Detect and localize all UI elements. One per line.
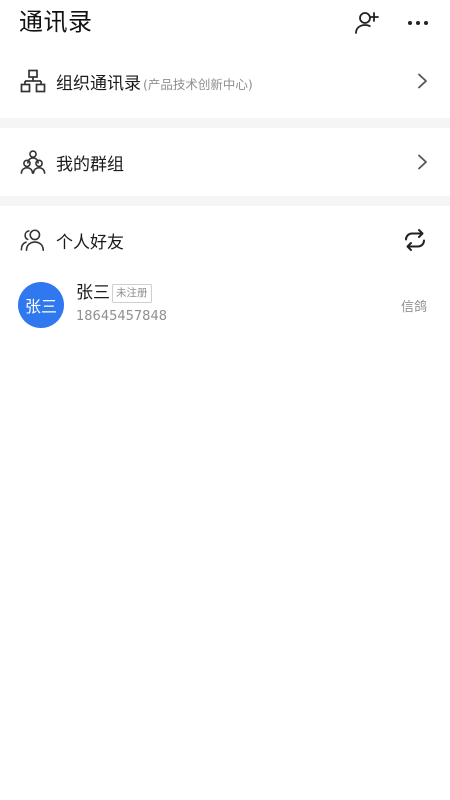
org-directory-title: 组织通讯录 [56, 73, 141, 94]
org-directory-label: 组织通讯录 (产品技术创新中心) [56, 69, 253, 94]
contacts-page: 通讯录 组织通讯录 (产品技术创新中心) 我的群组 个人好友 张三 张三 未注册… [0, 0, 450, 800]
contact-phone: 18645457848 [76, 309, 167, 324]
chevron-right-icon [414, 154, 430, 170]
contact-source: 信鸽 [400, 300, 427, 315]
friends-label: 个人好友 [56, 232, 124, 253]
more-icon[interactable] [403, 8, 433, 38]
refresh-icon[interactable] [402, 227, 428, 253]
chevron-right-icon [414, 73, 430, 89]
header: 通讯录 [0, 0, 450, 44]
contact-name: 张三 [76, 283, 110, 303]
friends-row: 个人好友 [0, 206, 450, 274]
contact-item[interactable]: 张三 张三 未注册 18645457848 信鸽 [0, 274, 450, 352]
section-divider [0, 196, 450, 206]
org-directory-sublabel: (产品技术创新中心) [143, 76, 253, 92]
my-groups-row[interactable]: 我的群组 [0, 128, 450, 196]
friends-icon [20, 227, 46, 253]
group-icon [20, 149, 46, 175]
my-groups-label: 我的群组 [56, 154, 124, 175]
status-badge: 未注册 [112, 284, 152, 303]
org-chart-icon [20, 68, 46, 94]
add-user-icon[interactable] [352, 8, 382, 38]
page-title: 通讯录 [19, 8, 93, 36]
section-divider [0, 118, 450, 128]
avatar: 张三 [18, 282, 64, 328]
org-directory-row[interactable]: 组织通讯录 (产品技术创新中心) [0, 44, 450, 118]
